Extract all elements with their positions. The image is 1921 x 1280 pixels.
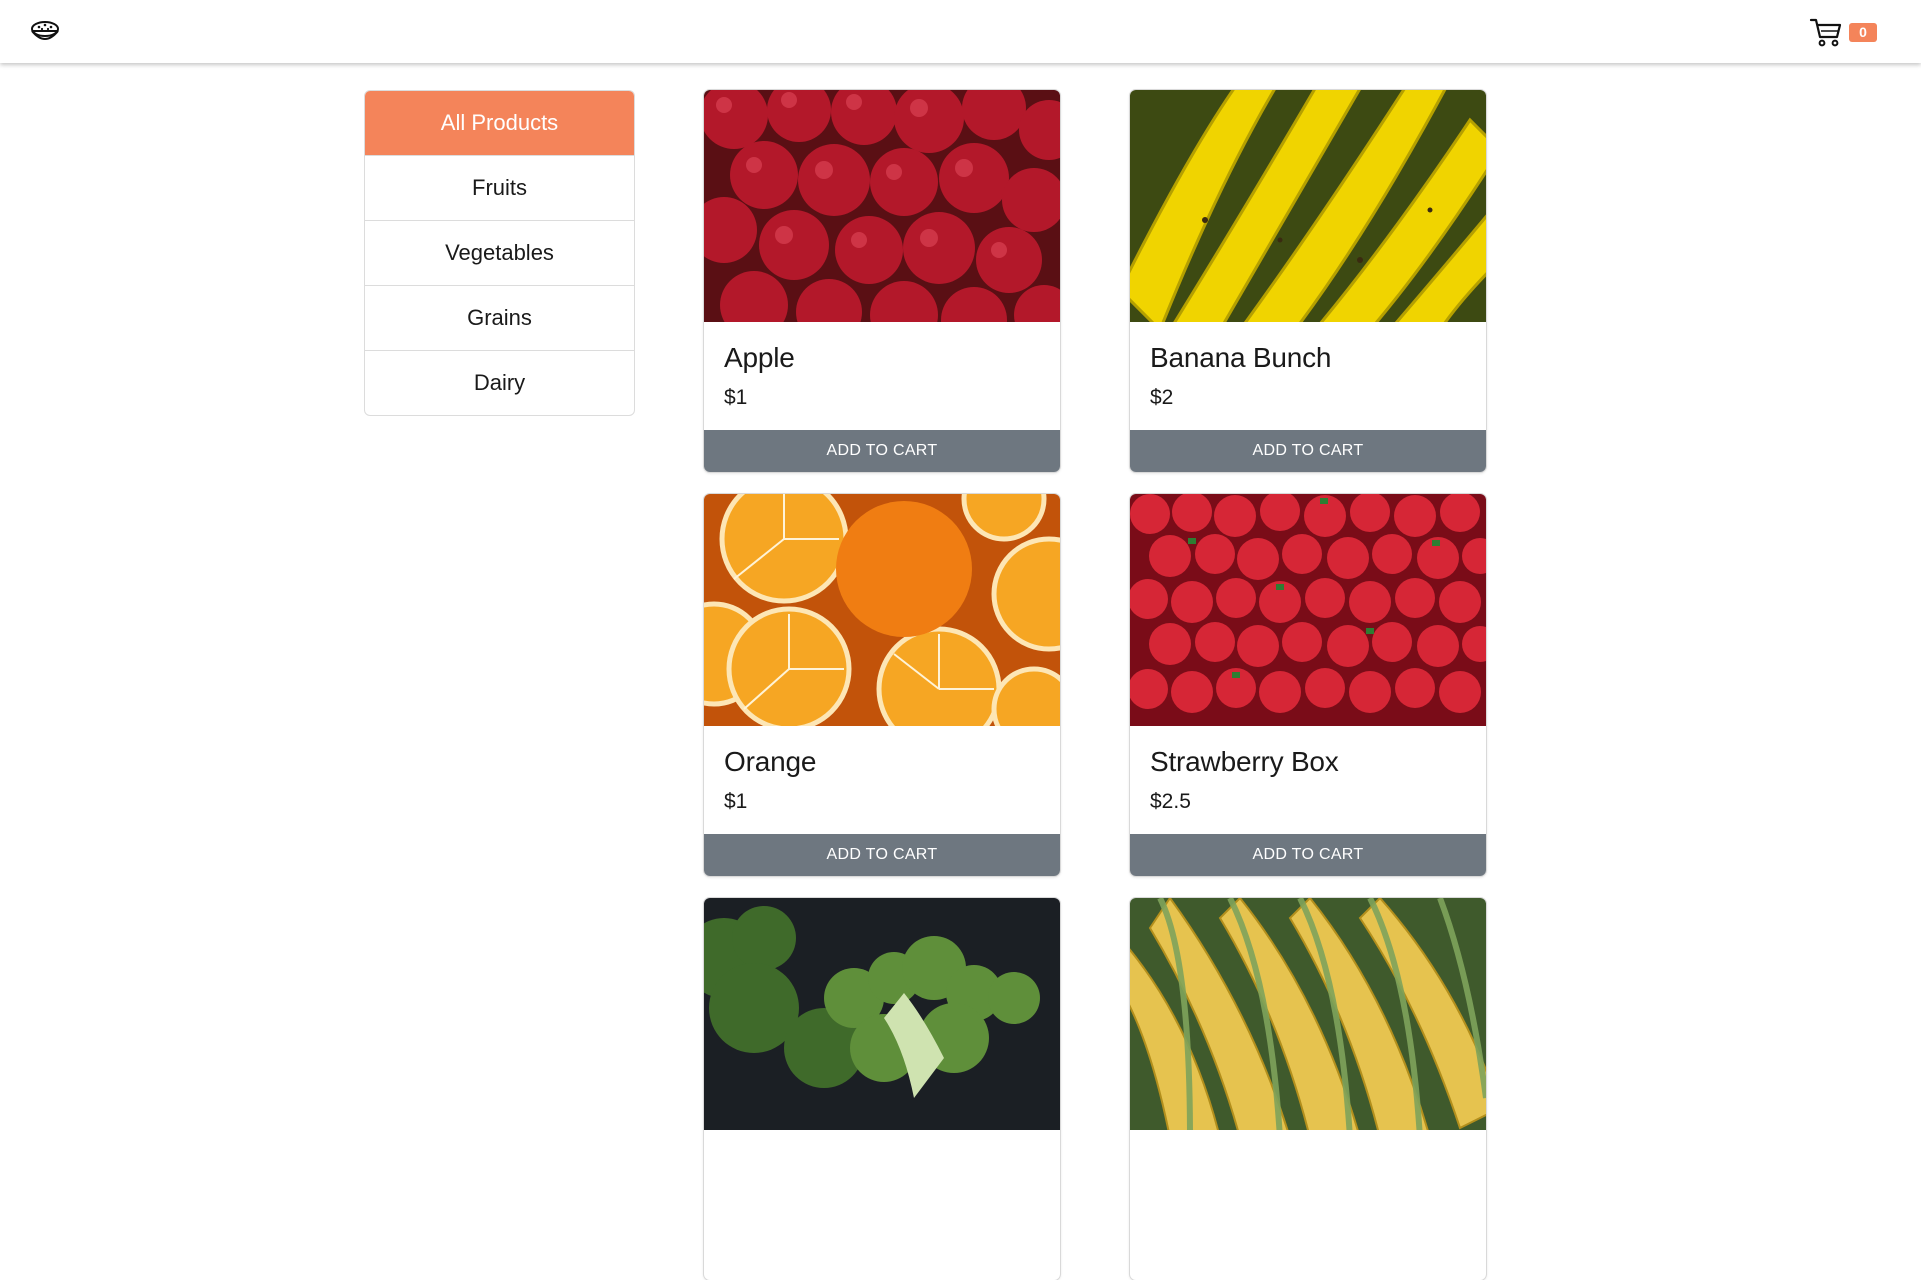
product-card [1130, 898, 1486, 1280]
add-to-cart-button[interactable]: ADD TO CART [1130, 430, 1486, 472]
add-to-cart-button[interactable]: ADD TO CART [1130, 834, 1486, 876]
product-card [704, 898, 1060, 1280]
product-price: $2 [1150, 386, 1174, 409]
product-name: Apple [724, 342, 795, 373]
bananas-photo[interactable] [1130, 90, 1486, 322]
oranges-photo[interactable] [704, 494, 1060, 726]
product-grid: Apple $1 ADD TO CART Banana Bunch $2 ADD [704, 90, 1486, 1280]
food-bowl-icon[interactable] [28, 17, 62, 47]
add-to-cart-button[interactable]: ADD TO CART [704, 834, 1060, 876]
product-name: Banana Bunch [1150, 342, 1332, 373]
cart-button[interactable]: 0 [1809, 16, 1877, 48]
category-list: All Products Fruits Vegetables Grains Da… [364, 90, 635, 416]
corn-photo[interactable] [1130, 898, 1486, 1130]
product-card: Strawberry Box $2.5 ADD TO CART [1130, 494, 1486, 876]
product-card: Apple $1 ADD TO CART [704, 90, 1060, 472]
category-grains[interactable]: Grains [365, 285, 634, 350]
add-to-cart-button[interactable]: ADD TO CART [704, 430, 1060, 472]
product-price: $1 [724, 790, 748, 813]
product-price: $1 [724, 386, 748, 409]
product-price: $2.5 [1150, 790, 1191, 813]
top-navbar: 0 [0, 0, 1921, 63]
category-vegetables[interactable]: Vegetables [365, 220, 634, 285]
strawberries-photo[interactable] [1130, 494, 1486, 726]
category-fruits[interactable]: Fruits [365, 155, 634, 220]
cart-count-badge: 0 [1849, 22, 1877, 42]
product-card: Orange $1 ADD TO CART [704, 494, 1060, 876]
product-name: Orange [724, 746, 817, 777]
apples-photo[interactable] [704, 90, 1060, 322]
category-all-products[interactable]: All Products [365, 91, 634, 155]
category-dairy[interactable]: Dairy [365, 350, 634, 415]
product-card: Banana Bunch $2 ADD TO CART [1130, 90, 1486, 472]
product-name: Strawberry Box [1150, 746, 1339, 777]
shopping-cart-icon [1809, 18, 1842, 47]
broccoli-photo[interactable] [704, 898, 1060, 1130]
